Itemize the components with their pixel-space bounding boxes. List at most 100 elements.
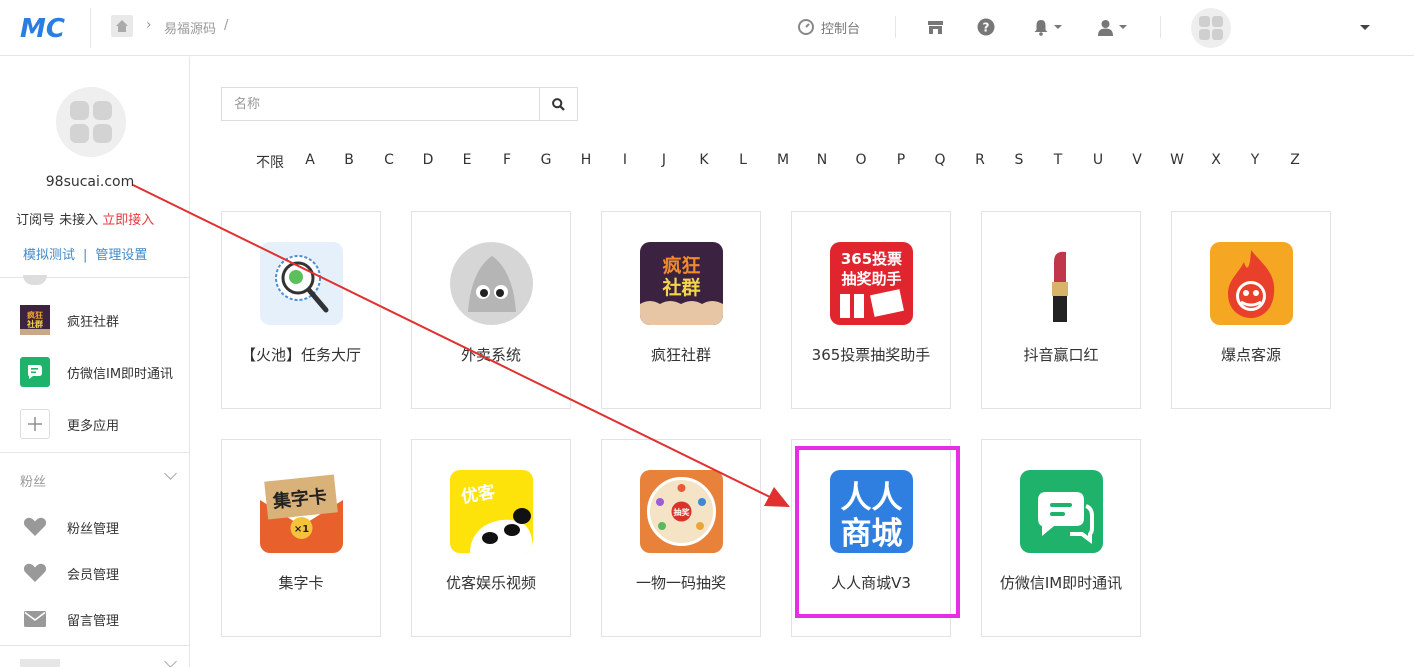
account-avatar[interactable] xyxy=(1191,8,1231,48)
app-card-label: 365投票抽奖助手 xyxy=(811,346,931,364)
filter-letter[interactable]: C xyxy=(384,152,394,168)
app-search xyxy=(221,87,578,121)
filter-letter[interactable]: T xyxy=(1054,152,1063,168)
simulate-test-link[interactable]: 模拟测试 xyxy=(23,248,75,263)
console-link[interactable]: 控制台 xyxy=(798,16,860,38)
filter-letter[interactable]: N xyxy=(817,152,827,168)
store-icon[interactable] xyxy=(927,16,944,38)
account-status: 订阅号 未接入 立即接入 xyxy=(16,209,154,228)
top-bar: MC › 易福源码 / 控制台 ? xyxy=(0,0,1414,56)
filter-letter[interactable]: M xyxy=(777,152,789,168)
filter-letter[interactable]: D xyxy=(423,152,434,168)
task-hall-icon xyxy=(260,242,343,325)
connect-now-link[interactable]: 立即接入 xyxy=(102,213,154,228)
filter-letter[interactable]: O xyxy=(855,152,866,168)
heart-icon xyxy=(20,558,50,588)
filter-letter[interactable]: A xyxy=(305,152,315,168)
icon-text-line-1: 365投票 xyxy=(841,250,902,268)
envelope-icon xyxy=(20,604,50,634)
lipstick-icon xyxy=(1020,242,1103,325)
filter-letter[interactable]: L xyxy=(739,152,747,168)
search-input[interactable] xyxy=(222,88,539,120)
sidebar-item-message-manage[interactable]: 留言管理 xyxy=(20,603,119,635)
plus-icon xyxy=(20,409,50,439)
link-separator: | xyxy=(83,248,88,263)
sidebar-item-crazy-community[interactable]: 疯狂 社群 疯狂社群 xyxy=(20,304,119,336)
svg-text:社群: 社群 xyxy=(26,319,43,329)
filter-letter[interactable]: V xyxy=(1132,152,1142,168)
home-icon[interactable] xyxy=(111,15,133,37)
fans-section-title[interactable]: 粉丝 xyxy=(20,471,46,490)
filter-letter[interactable]: K xyxy=(699,152,708,168)
account-links: 模拟测试 | 管理设置 xyxy=(23,244,147,263)
youke-video-icon: 优客 xyxy=(450,470,533,553)
filter-letter[interactable]: Y xyxy=(1251,152,1260,168)
sidebar-item-label: 粉丝管理 xyxy=(67,521,120,537)
sidebar-item-wechat-im[interactable]: 仿微信IM即时通讯 xyxy=(20,356,173,388)
svg-text:?: ? xyxy=(983,21,990,35)
filter-letter[interactable]: H xyxy=(581,152,592,168)
qrcode-lottery-icon: 抽奖 xyxy=(640,470,723,553)
sidebar-item-more-apps[interactable]: 更多应用 xyxy=(20,408,119,440)
app-card-crazy-community[interactable]: 疯狂 社群 疯狂社群 xyxy=(601,211,761,409)
filter-letter[interactable]: Q xyxy=(934,152,945,168)
breadcrumb-chevron-icon: › xyxy=(146,17,152,33)
filter-letter[interactable]: R xyxy=(975,152,985,168)
sidebar: 98sucai.com 订阅号 未接入 立即接入 模拟测试 | 管理设置 疯狂 社群 … xyxy=(0,57,190,667)
filter-letter[interactable]: Z xyxy=(1290,152,1300,168)
icon-text-line-1: 抽奖 xyxy=(674,507,691,517)
app-card-takeout[interactable]: 外卖系统 xyxy=(411,211,571,409)
heart-icon xyxy=(20,512,50,542)
app-card-label: 仿微信IM即时通讯 xyxy=(999,574,1123,592)
app-card-fire-customers[interactable]: 爆点客源 xyxy=(1171,211,1331,409)
app-card-task-hall[interactable]: 【火池】任务大厅 xyxy=(221,211,381,409)
user-menu-icon[interactable] xyxy=(1097,16,1127,38)
icon-text-line-2: 社群 xyxy=(661,276,700,299)
filter-letter[interactable]: I xyxy=(623,152,627,168)
filter-letter[interactable]: J xyxy=(662,152,666,168)
chevron-down-icon[interactable] xyxy=(164,655,177,667)
account-logo xyxy=(56,87,126,157)
breadcrumb-current[interactable]: 易福源码 xyxy=(164,18,216,37)
filter-letter[interactable]: B xyxy=(344,152,354,168)
sidebar-divider xyxy=(0,452,189,453)
sidebar-item-label: 会员管理 xyxy=(67,567,120,583)
app-card-vote-lottery[interactable]: 365投票 抽奖助手 365投票抽奖助手 xyxy=(791,211,951,409)
filter-letter[interactable]: F xyxy=(503,152,511,168)
filter-letter[interactable]: E xyxy=(463,152,472,168)
filter-letter[interactable]: P xyxy=(897,152,905,168)
vote-lottery-icon: 365投票 抽奖助手 xyxy=(830,242,913,325)
crazy-community-icon: 疯狂 社群 xyxy=(20,305,50,335)
sidebar-item-label: 更多应用 xyxy=(67,418,120,434)
filter-letter[interactable]: G xyxy=(541,152,552,168)
toolbar-divider xyxy=(895,16,896,38)
apps-grid-icon xyxy=(70,101,112,143)
collapsed-section-title[interactable] xyxy=(20,659,60,667)
app-card-word-card[interactable]: 集字卡 ×1 集字卡 xyxy=(221,439,381,637)
app-card-wechat-im[interactable]: 仿微信IM即时通讯 xyxy=(981,439,1141,637)
app-card-qrcode-lottery[interactable]: 抽奖 一物一码抽奖 xyxy=(601,439,761,637)
sidebar-divider xyxy=(0,645,189,646)
app-card-youke-video[interactable]: 优客 优客娱乐视频 xyxy=(411,439,571,637)
filter-letter[interactable]: S xyxy=(1015,152,1024,168)
sidebar-item-member-manage[interactable]: 会员管理 xyxy=(20,557,119,589)
filter-letter-all[interactable]: 不限 xyxy=(256,152,284,172)
app-card-label: 【火池】任务大厅 xyxy=(240,346,361,364)
scrolled-item-icon xyxy=(23,275,47,285)
dashboard-icon xyxy=(798,19,814,35)
notifications-bell-icon[interactable] xyxy=(1033,16,1062,38)
brand-logo[interactable]: MC xyxy=(20,13,70,41)
account-dropdown-icon[interactable] xyxy=(1360,25,1370,30)
chevron-down-icon[interactable] xyxy=(164,467,177,480)
filter-letter[interactable]: X xyxy=(1211,152,1221,168)
account-name: 98sucai.com xyxy=(45,174,135,190)
filter-letter[interactable]: W xyxy=(1170,152,1184,168)
sidebar-item-fans-manage[interactable]: 粉丝管理 xyxy=(20,511,119,543)
word-card-icon: 集字卡 ×1 xyxy=(260,470,343,553)
app-card-label: 爆点客源 xyxy=(1220,346,1281,364)
filter-letter[interactable]: U xyxy=(1093,152,1103,168)
app-card-lipstick[interactable]: 抖音赢口红 xyxy=(981,211,1141,409)
search-button[interactable] xyxy=(539,88,577,120)
manage-settings-link[interactable]: 管理设置 xyxy=(95,248,147,263)
help-icon[interactable]: ? xyxy=(977,16,995,38)
